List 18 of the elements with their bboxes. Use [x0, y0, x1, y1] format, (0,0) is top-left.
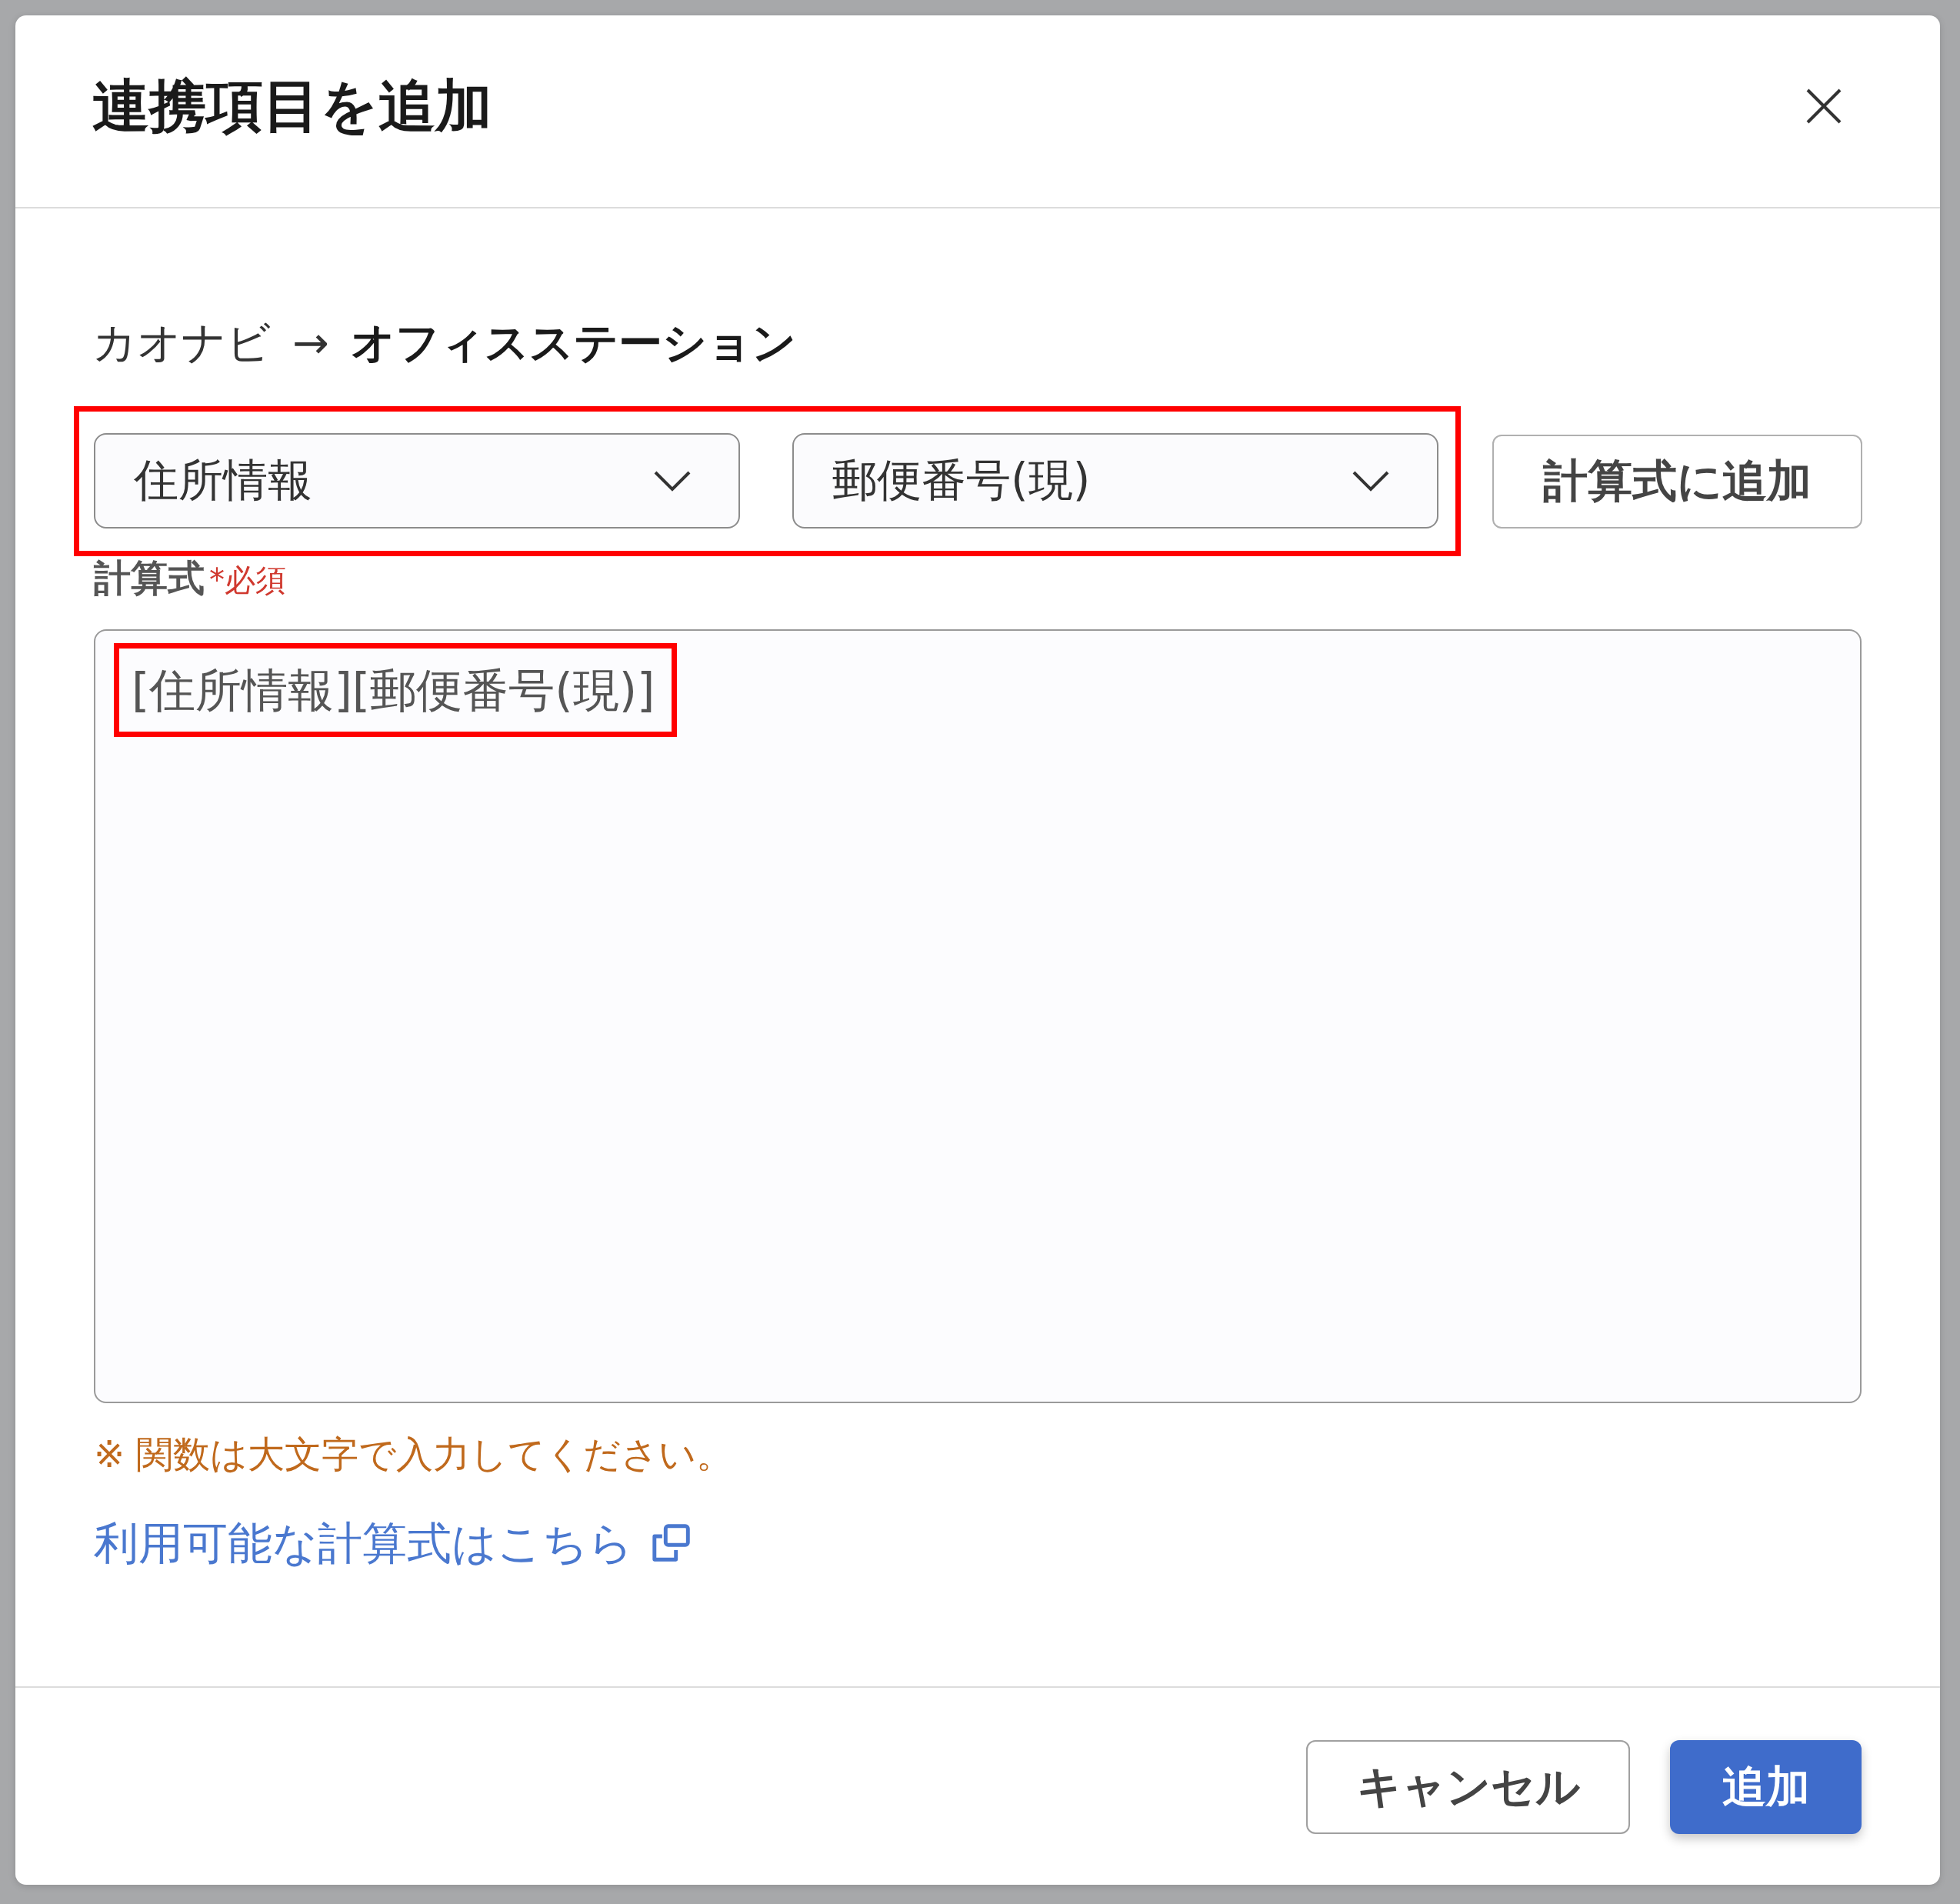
dialog-title: 連携項目を追加 [92, 72, 492, 140]
arrow-symbol: → [292, 316, 329, 369]
dropdown-select[interactable]: 住所情報 [94, 433, 740, 529]
chevron-down-icon [1352, 470, 1390, 492]
add-to-formula-button[interactable]: 計算式に追加 [1492, 434, 1862, 529]
formula-text: [住所情報][郵便番号(現)] [132, 662, 655, 719]
source-app-name: カオナビ [92, 316, 271, 369]
cancel-button[interactable]: キャンセル [1306, 1740, 1630, 1834]
target-app-name: オフィスステーション [350, 316, 796, 369]
formula-help-link[interactable]: 利用可能な計算式はこちら [94, 1516, 693, 1570]
close-icon[interactable] [1805, 87, 1842, 125]
function-case-note: ※ 関数は大文字で入力してください。 [94, 1432, 734, 1477]
add-button[interactable]: 追加 [1670, 1740, 1862, 1834]
dropdown-select[interactable]: 郵便番号(現) [792, 433, 1438, 529]
chevron-down-icon [653, 470, 692, 492]
required-indicator: *必須 [209, 562, 286, 599]
formula-label: 計算式 [94, 556, 205, 599]
formula-input-field[interactable]: [住所情報][郵便番号(現)] [94, 629, 1862, 1403]
